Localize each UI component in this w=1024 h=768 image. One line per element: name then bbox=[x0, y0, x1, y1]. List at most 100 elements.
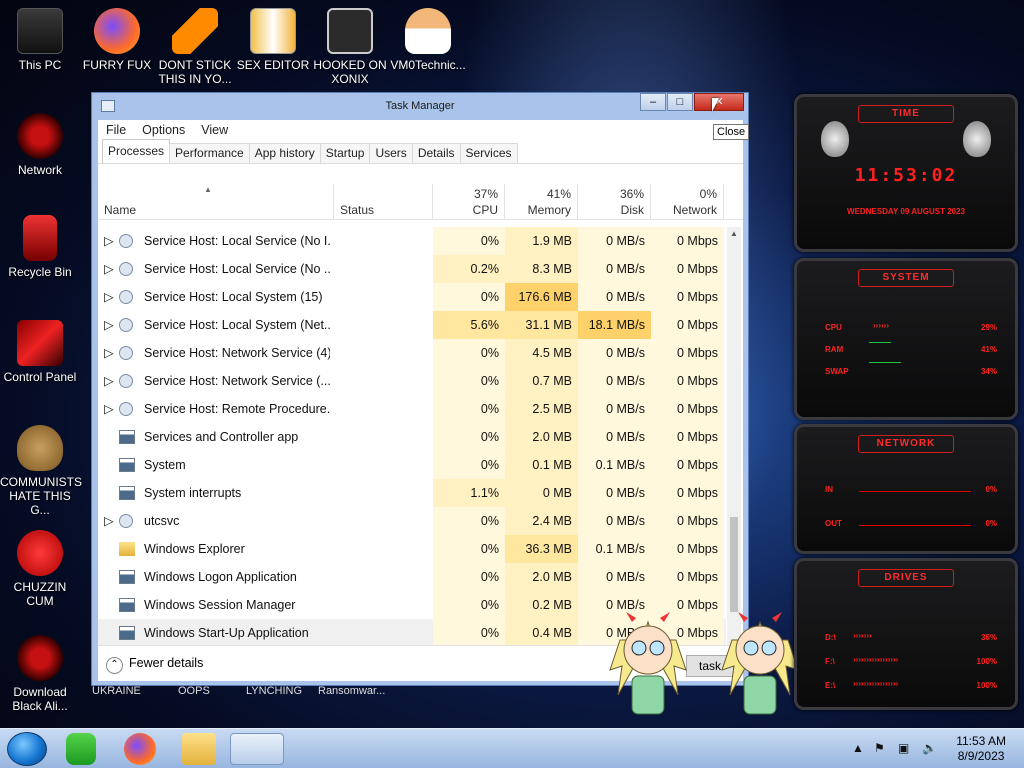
net-in-value: 0% bbox=[985, 485, 997, 494]
menu-view[interactable]: View bbox=[201, 123, 228, 137]
gear-icon bbox=[119, 402, 133, 416]
desktop-icon-this-pc[interactable]: This PC bbox=[0, 8, 80, 72]
process-row[interactable]: ▷ Service Host: Local Service (No ... 0.2%… bbox=[98, 255, 726, 283]
expand-arrow-icon[interactable]: ▷ bbox=[104, 507, 116, 535]
tab-performance[interactable]: Performance bbox=[169, 143, 250, 163]
process-name: System bbox=[144, 458, 186, 472]
desktop-icon-download-black-alien[interactable]: Download Black Ali... bbox=[0, 635, 80, 713]
app-window-icon bbox=[119, 458, 135, 472]
column-disk[interactable]: 36% Disk bbox=[578, 184, 651, 220]
menu-bar: File Options View bbox=[98, 120, 743, 140]
process-row[interactable]: Windows Logon Application 0% 2.0 MB 0 MB/s 0… bbox=[98, 563, 726, 591]
desktop-icon-sex-editor[interactable]: SEX EDITOR bbox=[233, 8, 313, 72]
expand-arrow-icon[interactable]: ▷ bbox=[104, 227, 116, 255]
column-cpu[interactable]: 37% CPU bbox=[433, 184, 505, 220]
process-disk: 0 MB/s bbox=[578, 395, 651, 423]
app-window-icon bbox=[119, 570, 135, 584]
column-network[interactable]: 0% Network bbox=[651, 184, 724, 220]
process-row[interactable]: System interrupts 1.1% 0 MB 0 MB/s 0 Mbps bbox=[98, 479, 726, 507]
column-name[interactable]: ▲ Name bbox=[98, 184, 334, 220]
desktop-icon-label: SEX EDITOR bbox=[236, 58, 310, 72]
tab-strip: Processes Performance App history Startu… bbox=[98, 139, 743, 164]
process-memory: 2.5 MB bbox=[505, 395, 578, 423]
drive-e-value: 100% bbox=[976, 681, 997, 690]
desktop-icon-xonix[interactable]: HOOKED ON XONIX bbox=[310, 8, 390, 86]
tray-overflow-icon[interactable]: ▲ bbox=[852, 741, 864, 755]
desktop-icon-label: VM0Technic... bbox=[390, 58, 466, 72]
close-button[interactable]: ✕ bbox=[694, 93, 744, 111]
desktop-partial-label: UKRAINE bbox=[92, 685, 141, 697]
expand-arrow-icon[interactable]: ▷ bbox=[104, 311, 116, 339]
tab-services[interactable]: Services bbox=[459, 143, 518, 163]
process-row[interactable]: ▷ Service Host: Local System (15) 0% 176.6 … bbox=[98, 283, 726, 311]
process-row[interactable]: ▷ Service Host: Network Service (4) 0% 4.5 … bbox=[98, 339, 726, 367]
process-row[interactable]: ▷ Service Host: Network Service (... 0% 0.7… bbox=[98, 367, 726, 395]
taskbar-firefox-icon[interactable] bbox=[124, 733, 156, 765]
process-memory: 31.1 MB bbox=[505, 311, 578, 339]
desktop-icon-chuzzin[interactable]: CHUZZIN CUM bbox=[0, 530, 80, 608]
maximize-button[interactable]: □ bbox=[667, 93, 693, 111]
process-network: 0 Mbps bbox=[651, 255, 724, 283]
tab-users[interactable]: Users bbox=[369, 143, 413, 163]
expand-arrow-icon bbox=[104, 423, 116, 451]
net-out-graph bbox=[859, 525, 971, 526]
process-row[interactable]: Services and Controller app 0% 2.0 MB 0 MB/… bbox=[98, 423, 726, 451]
desktop-icon-communists[interactable]: COMMUNISTS HATE THIS G... bbox=[0, 425, 82, 517]
gear-icon bbox=[119, 374, 133, 388]
ram-bar bbox=[869, 342, 891, 343]
menu-options[interactable]: Options bbox=[142, 123, 185, 137]
menu-file[interactable]: File bbox=[106, 123, 126, 137]
desktop-icon-control-panel[interactable]: Control Panel bbox=[0, 320, 80, 384]
desktop-icon-network[interactable]: Network bbox=[0, 113, 80, 177]
taskbar-clock[interactable]: 11:53 AM 8/9/2023 bbox=[956, 734, 1006, 764]
expand-arrow-icon[interactable]: ▷ bbox=[104, 255, 116, 283]
scroll-up-arrow-icon[interactable]: ▲ bbox=[730, 229, 738, 238]
taskbar-file-explorer-icon[interactable] bbox=[182, 733, 216, 765]
expand-arrow-icon[interactable]: ▷ bbox=[104, 395, 116, 423]
process-cpu: 0.2% bbox=[433, 255, 505, 283]
desktop-icon-furry-fux[interactable]: FURRY FUX bbox=[77, 8, 157, 72]
process-row[interactable]: ▷ utcsvc 0% 2.4 MB 0 MB/s 0 Mbps bbox=[98, 507, 726, 535]
column-memory[interactable]: 41% Memory bbox=[505, 184, 578, 220]
expand-arrow-icon[interactable]: ▷ bbox=[104, 367, 116, 395]
desktop-icon-label: Control Panel bbox=[3, 370, 77, 384]
process-network: 0 Mbps bbox=[651, 535, 724, 563]
scrollbar-thumb[interactable] bbox=[730, 517, 738, 612]
action-center-flag-icon[interactable]: ⚑ bbox=[874, 741, 885, 755]
vertical-scrollbar[interactable]: ▲ bbox=[727, 227, 741, 645]
fewer-details-button[interactable]: ⌃ Fewer details bbox=[106, 656, 203, 674]
tab-app-history[interactable]: App history bbox=[248, 143, 321, 163]
start-button[interactable] bbox=[7, 732, 47, 766]
desktop-icon-vlc[interactable]: DONT STICK THIS IN YO... bbox=[155, 8, 235, 86]
process-row[interactable]: ▷ Service Host: Local Service (No I... 0% 1… bbox=[98, 227, 726, 255]
process-row[interactable]: System 0% 0.1 MB 0.1 MB/s 0 Mbps bbox=[98, 451, 726, 479]
network-tray-icon[interactable]: ▣ bbox=[898, 741, 909, 755]
title-bar[interactable]: Task Manager – □ ✕ bbox=[92, 93, 748, 120]
process-row[interactable]: ▷ Service Host: Local System (Net... 5.6% 3… bbox=[98, 311, 726, 339]
process-name: Service Host: Network Service (4) bbox=[144, 346, 330, 360]
taskbar-task-manager-icon[interactable] bbox=[230, 733, 284, 765]
volume-icon[interactable]: 🔈 bbox=[922, 741, 937, 755]
process-cpu: 5.6% bbox=[433, 311, 505, 339]
tab-details[interactable]: Details bbox=[411, 143, 461, 163]
drive-d-value: 36% bbox=[980, 633, 997, 642]
fewer-details-label: Fewer details bbox=[129, 656, 204, 670]
tab-processes[interactable]: Processes bbox=[102, 139, 171, 163]
app-window-icon bbox=[119, 598, 135, 612]
tab-startup[interactable]: Startup bbox=[319, 143, 371, 163]
column-status[interactable]: Status bbox=[334, 184, 433, 220]
drive-f-value: 100% bbox=[976, 657, 997, 666]
task-manager-window[interactable]: Task Manager – □ ✕ File Options View Pro… bbox=[91, 92, 749, 686]
desktop-icon-label: This PC bbox=[18, 58, 62, 72]
expand-arrow-icon[interactable]: ▷ bbox=[104, 339, 116, 367]
recycle-bin-icon bbox=[23, 215, 57, 261]
minimize-button[interactable]: – bbox=[640, 93, 666, 111]
process-row[interactable]: ▷ Service Host: Remote Procedure... 0% 2.5 … bbox=[98, 395, 726, 423]
process-name: System interrupts bbox=[144, 486, 242, 500]
cartoon-character-sprite bbox=[714, 600, 806, 728]
desktop-icon-vm0[interactable]: VM0Technic... bbox=[388, 8, 468, 72]
expand-arrow-icon[interactable]: ▷ bbox=[104, 283, 116, 311]
taskbar-green-app-icon[interactable] bbox=[66, 733, 96, 765]
desktop-icon-recycle-bin[interactable]: Recycle Bin bbox=[0, 215, 80, 279]
process-row[interactable]: Windows Explorer 0% 36.3 MB 0.1 MB/s 0 Mbps bbox=[98, 535, 726, 563]
